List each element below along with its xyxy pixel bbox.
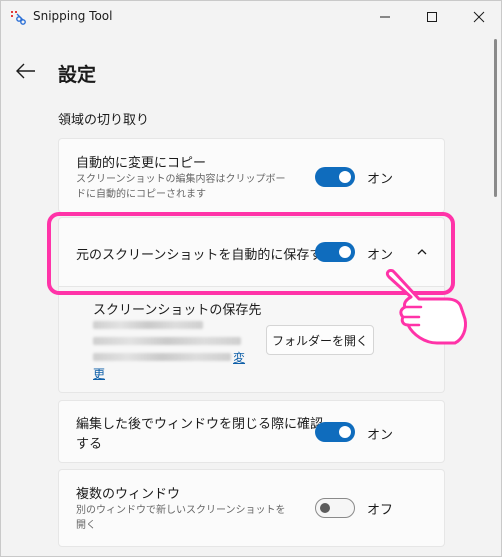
blurred-path-line1 xyxy=(93,321,203,329)
setting-subtitle-line1: スクリーンショットの編集内容はクリップボー xyxy=(76,174,286,185)
title-bar: Snipping Tool xyxy=(1,1,501,33)
setting-subtitle-line2: 開く xyxy=(76,520,96,531)
setting-confirm-close: 編集した後でウィンドウを閉じる際に確認 する オン xyxy=(58,400,445,463)
setting-subtitle-line2: ドに自動的にコピーされます xyxy=(76,189,206,200)
minimize-icon xyxy=(380,16,390,18)
blurred-path-line3 xyxy=(93,353,231,361)
multiple-windows-toggle[interactable] xyxy=(315,498,355,518)
maximize-icon xyxy=(427,12,437,22)
toggle-state-label: オン xyxy=(367,172,394,187)
toggle-state-label: オフ xyxy=(367,503,394,518)
auto-copy-toggle[interactable] xyxy=(315,167,355,187)
setting-title-line1: 編集した後でウィンドウを閉じる際に確認 xyxy=(76,417,324,432)
close-button[interactable] xyxy=(456,1,501,33)
open-folder-button[interactable]: フォルダーを開く xyxy=(266,325,374,355)
setting-subtitle-line1: 別のウィンドウで新しいスクリーンショットを xyxy=(76,505,286,516)
maximize-button[interactable] xyxy=(409,1,455,33)
setting-title: 複数のウィンドウ xyxy=(76,487,181,502)
snipping-tool-icon xyxy=(11,11,26,25)
change-link-part2[interactable]: 更 xyxy=(93,365,105,382)
scrollbar[interactable] xyxy=(494,39,497,197)
setting-title: 自動的に変更にコピー xyxy=(76,156,207,171)
confirm-close-toggle[interactable] xyxy=(315,422,355,442)
save-location-title: スクリーンショットの保存先 xyxy=(93,303,262,318)
close-icon xyxy=(473,11,485,23)
change-link-part1[interactable]: 変 xyxy=(233,349,245,366)
setting-auto-copy: 自動的に変更にコピー スクリーンショットの編集内容はクリップボー ドに自動的にコ… xyxy=(58,138,445,213)
minimize-button[interactable] xyxy=(362,1,408,33)
blurred-path-line2 xyxy=(93,337,241,345)
section-title: 領域の切り取り xyxy=(58,113,150,128)
snipping-tool-window: Snipping Tool 設定 領域の切り取り 自動的に変更にコピー スクリー… xyxy=(0,0,502,557)
setting-title-line2: する xyxy=(76,437,103,452)
setting-multiple-windows: 複数のウィンドウ 別のウィンドウで新しいスクリーンショットを 開く オフ xyxy=(58,469,445,547)
back-arrow-icon[interactable] xyxy=(15,61,37,81)
page-title: 設定 xyxy=(58,64,97,86)
app-title: Snipping Tool xyxy=(33,9,113,23)
toggle-state-label: オン xyxy=(367,428,394,443)
pointing-hand-icon xyxy=(385,269,467,345)
